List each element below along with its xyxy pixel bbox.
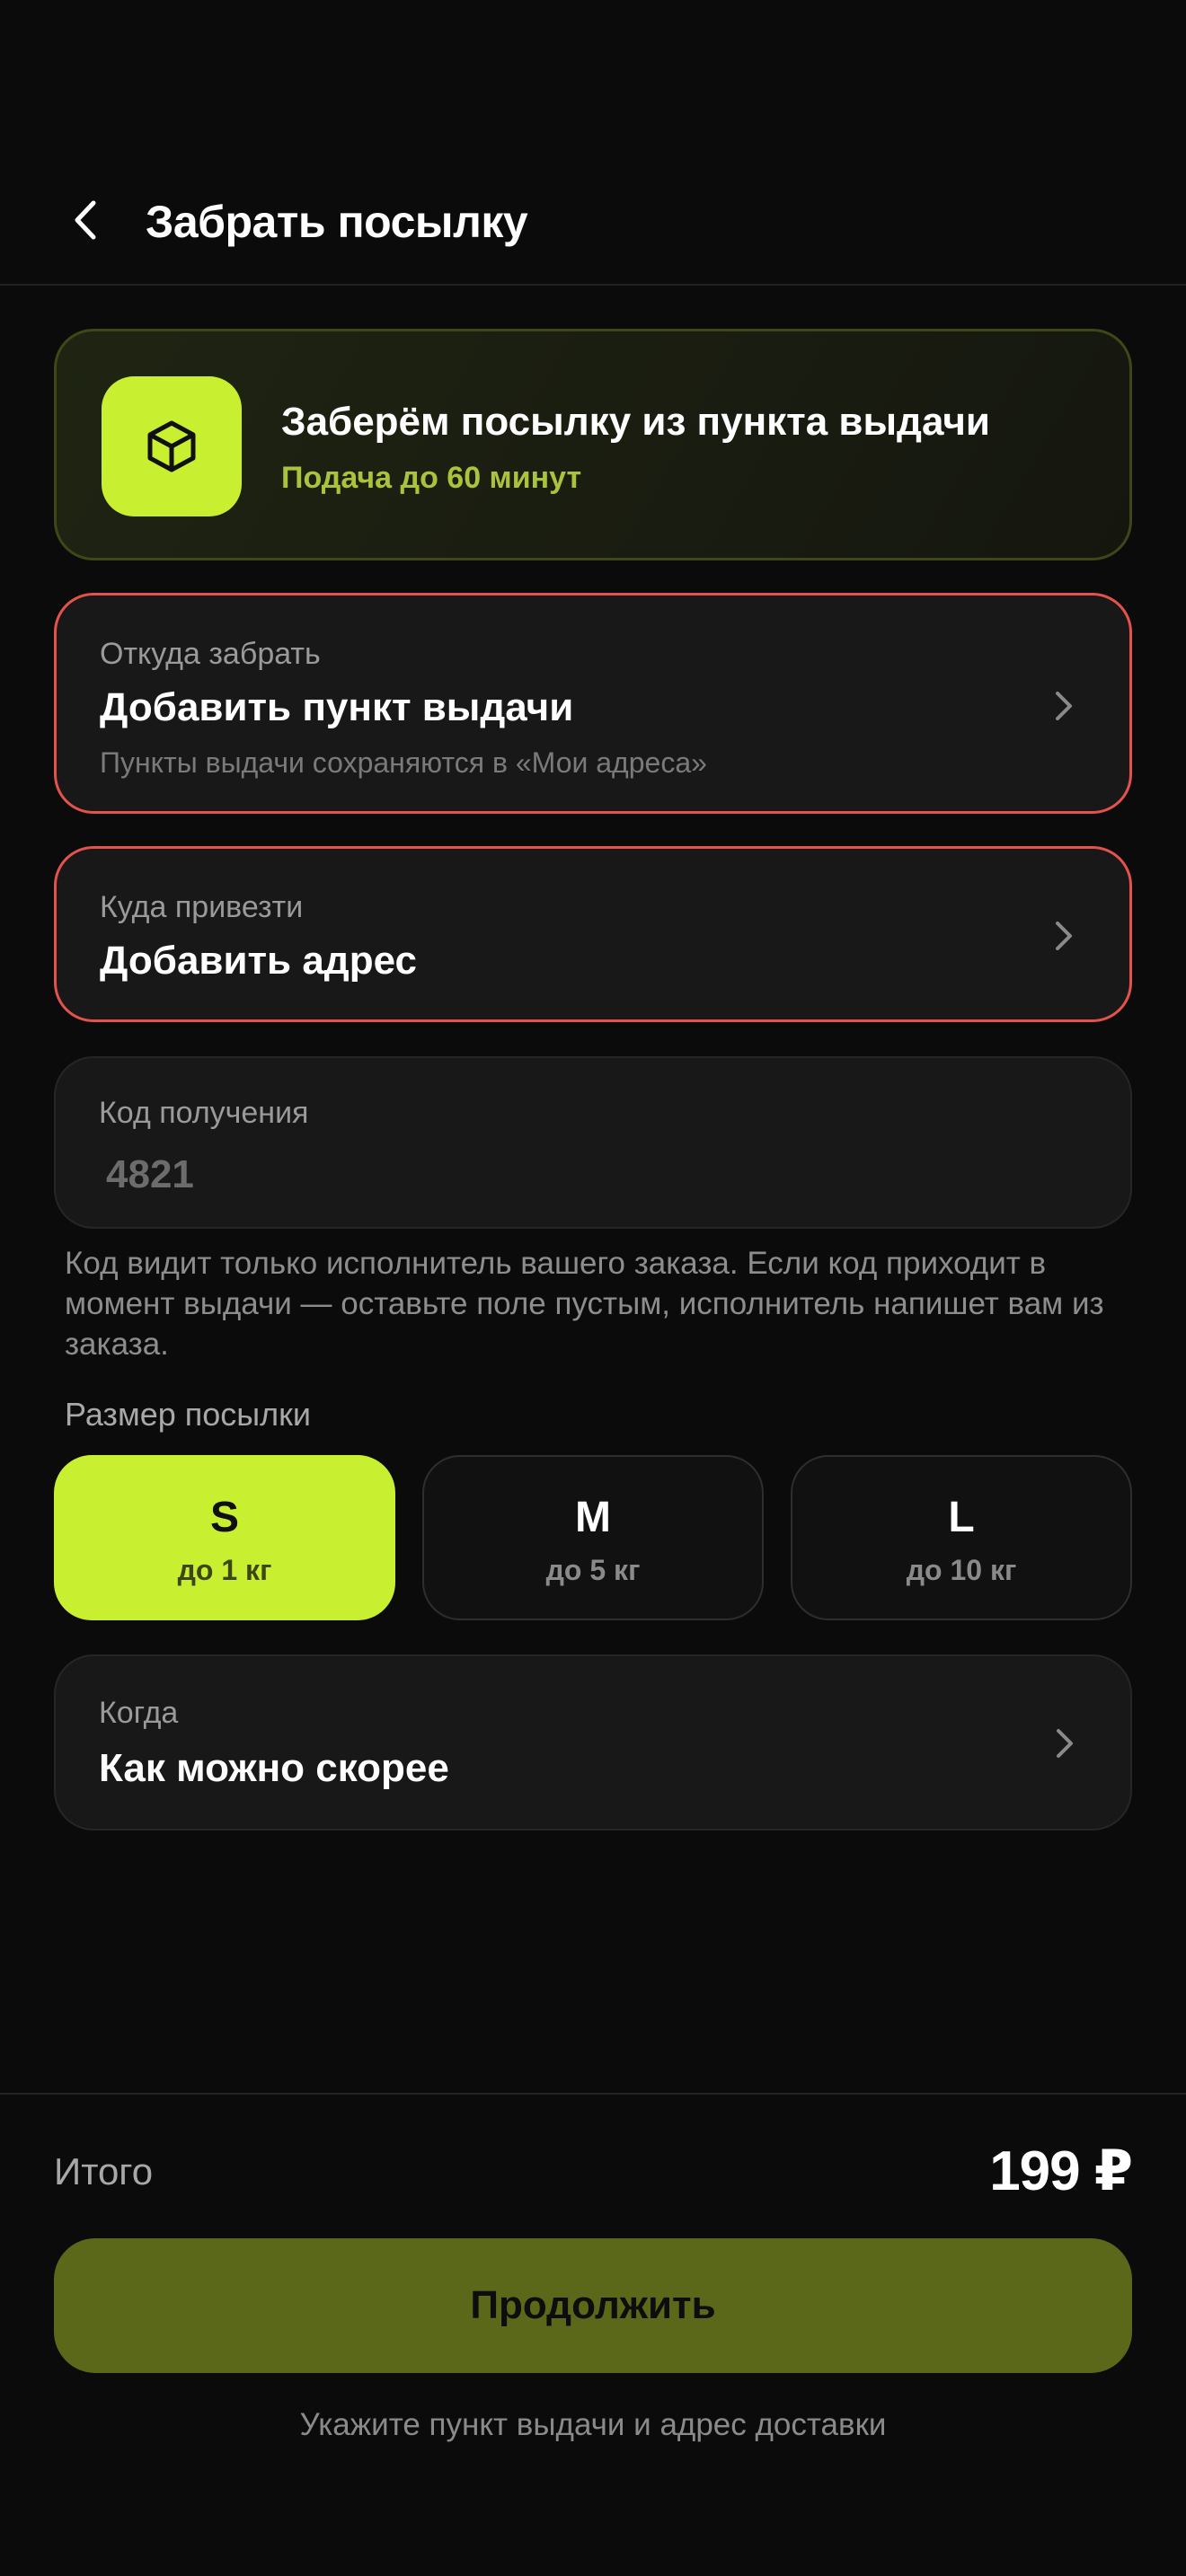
size-weight: до 10 кг (906, 1554, 1017, 1586)
total-value: 199 ₽ (989, 2140, 1133, 2202)
when-label: Когда (99, 1696, 179, 1730)
page-title: Забрать посылку (146, 197, 528, 247)
continue-button[interactable]: Продолжить (54, 2238, 1132, 2373)
delivery-address-field[interactable]: Куда привезти Добавить адрес (54, 846, 1132, 1022)
when-value: Как можно скорее (99, 1746, 449, 1790)
footer-hint: Укажите пункт выдачи и адрес доставки (299, 2407, 887, 2442)
delivery-label: Куда привезти (100, 890, 304, 924)
footer-divider (0, 2093, 1186, 2095)
size-option-m[interactable]: M до 5 кг (422, 1455, 764, 1620)
chevron-left-icon (75, 200, 96, 240)
promo-title: Заберём посылку из пункта выдачи (281, 400, 990, 444)
app-header: Забрать посылку (0, 0, 1186, 286)
pickup-code-field: Код получения (54, 1056, 1132, 1229)
promo-icon-tile (102, 376, 242, 516)
chevron-right-icon (1049, 921, 1079, 951)
delivery-value: Добавить адрес (100, 939, 417, 983)
size-option-s[interactable]: S до 1 кг (54, 1455, 395, 1620)
size-letter: S (209, 1494, 239, 1541)
pickup-hint: Пункты выдачи сохраняются в «Мои адреса» (100, 746, 707, 779)
chevron-right-icon (1049, 691, 1079, 721)
chevron-right-icon (1049, 1728, 1080, 1759)
pickup-code-label: Код получения (99, 1096, 309, 1130)
box-icon (147, 420, 196, 472)
size-section-title: Размер посылки (65, 1396, 311, 1433)
pickup-point-field[interactable]: Откуда забрать Добавить пункт выдачи Пун… (54, 593, 1132, 814)
total-label: Итого (54, 2150, 154, 2192)
pickup-code-input[interactable] (106, 1148, 465, 1202)
size-letter: M (575, 1494, 611, 1541)
size-weight: до 1 кг (177, 1554, 272, 1586)
delivery-time-field[interactable]: Когда Как можно скорее (54, 1654, 1132, 1831)
pickup-label: Откуда забрать (100, 637, 321, 671)
promo-banner: Заберём посылку из пункта выдачи Подача … (54, 329, 1132, 560)
promo-subtitle: Подача до 60 минут (281, 461, 582, 495)
pickup-value: Добавить пункт выдачи (100, 685, 574, 729)
size-letter: L (948, 1494, 975, 1541)
size-option-l[interactable]: L до 10 кг (791, 1455, 1132, 1620)
size-weight: до 5 кг (545, 1554, 641, 1586)
back-button[interactable] (54, 189, 117, 251)
pickup-code-note: Код видит только исполнитель вашего зака… (65, 1246, 1104, 1362)
